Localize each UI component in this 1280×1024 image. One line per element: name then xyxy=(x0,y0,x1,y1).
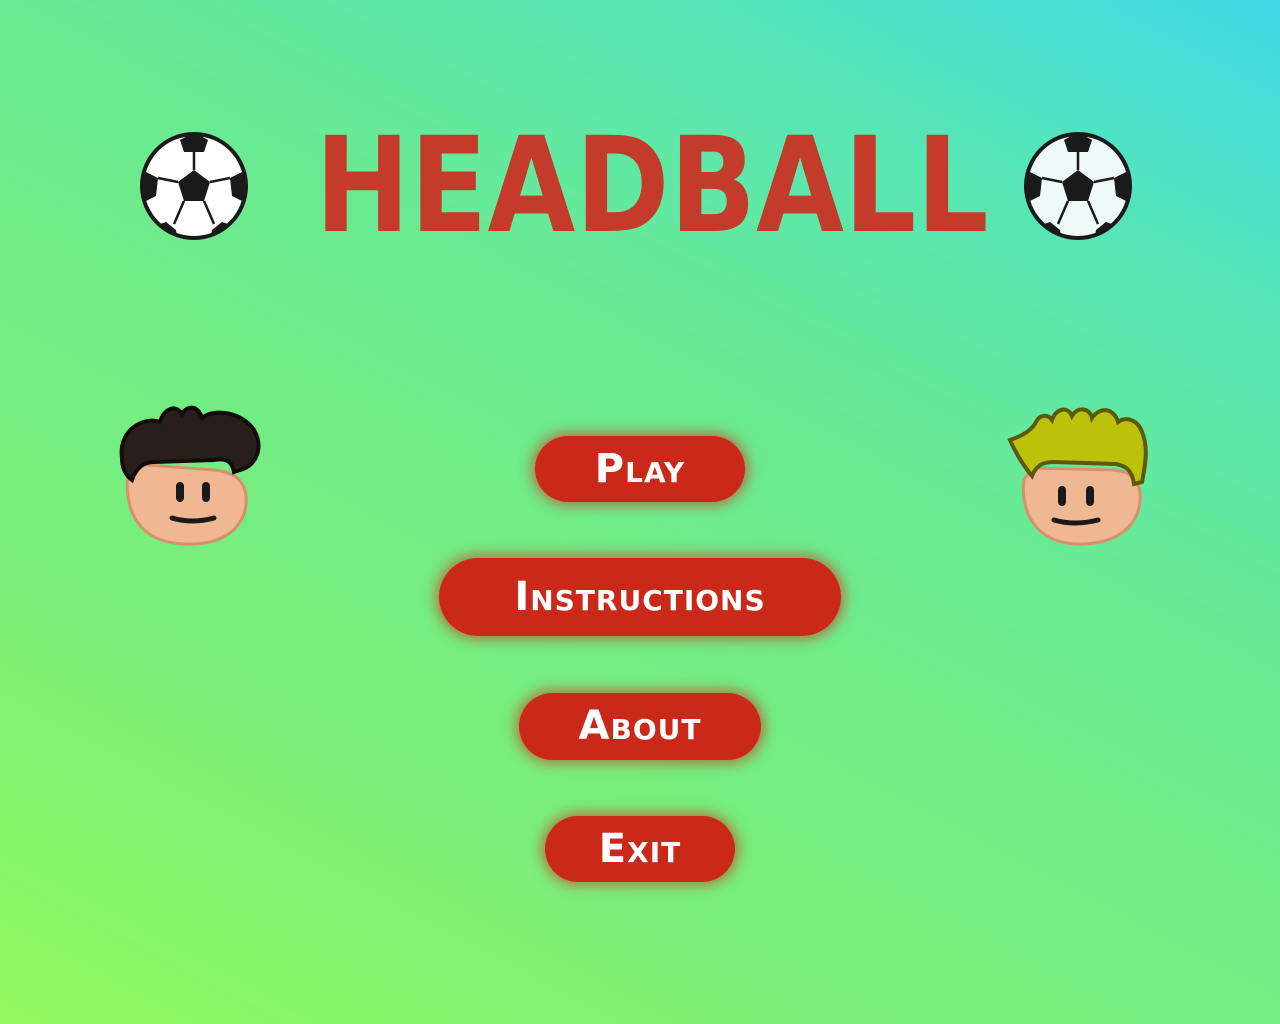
soccer-ball-icon xyxy=(138,130,250,242)
instructions-button[interactable]: Instructions xyxy=(439,558,841,636)
about-button[interactable]: About xyxy=(519,693,761,760)
soccer-ball-icon xyxy=(1022,130,1134,242)
title-row: HEADBALL xyxy=(0,120,1280,260)
player-blonde-hair-avatar xyxy=(1002,400,1152,550)
player-dark-hair-avatar xyxy=(114,400,264,550)
game-title: HEADBALL xyxy=(314,109,989,263)
play-button[interactable]: Play xyxy=(535,436,745,502)
exit-button[interactable]: Exit xyxy=(545,816,735,882)
